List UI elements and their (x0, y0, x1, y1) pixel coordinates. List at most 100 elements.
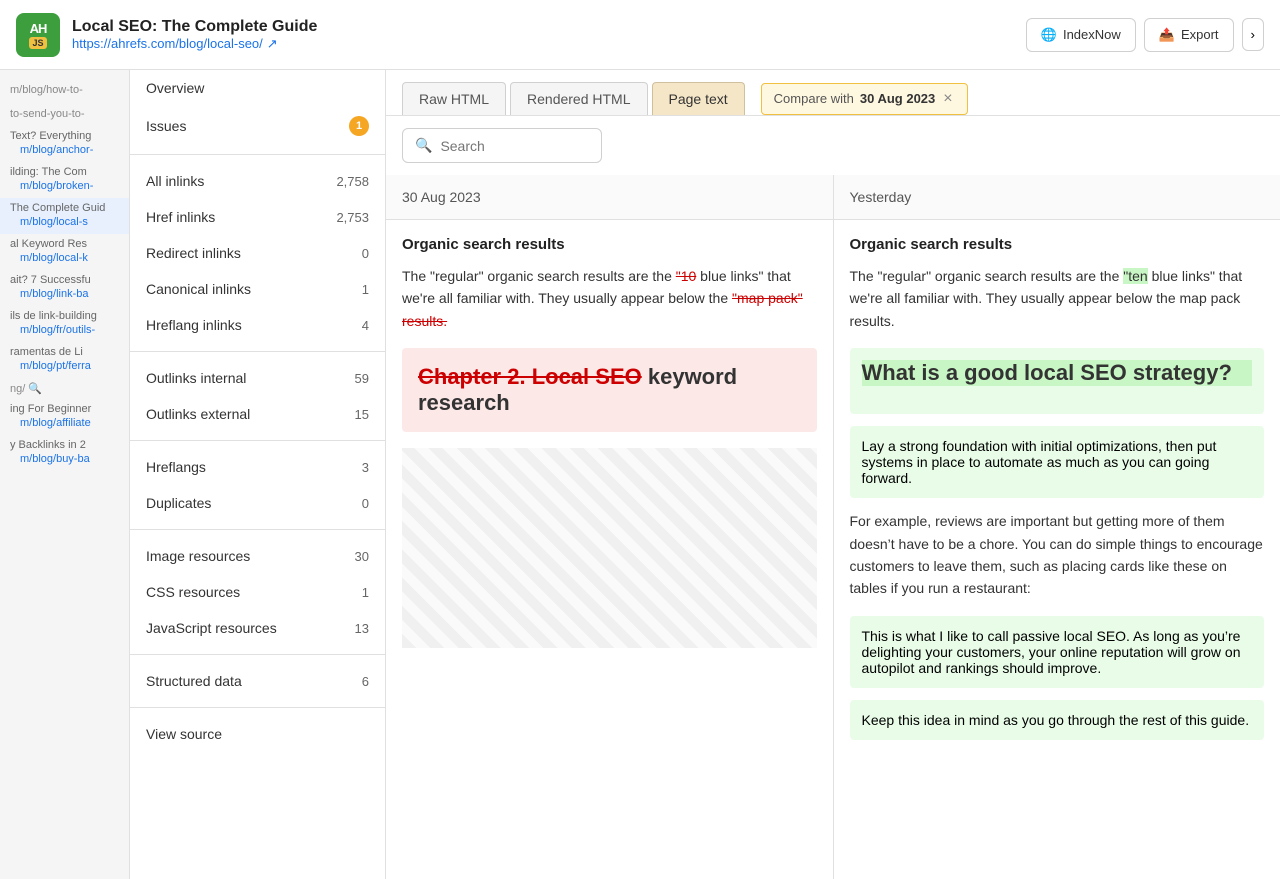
sidebar-item-label: Canonical inlinks (146, 281, 362, 297)
split-pane: 30 Aug 2023 Organic search results The "… (386, 175, 1280, 879)
sidebar-item-label: All inlinks (146, 173, 336, 189)
new-section-heading: What is a good local SEO strategy? (862, 360, 1253, 386)
logo-text-top: AH (30, 21, 47, 36)
sidebar-item-overview[interactable]: Overview (130, 70, 385, 106)
header-left: AH JS Local SEO: The Complete Guide http… (16, 13, 317, 57)
tab-page-text[interactable]: Page text (652, 82, 745, 115)
pre-sidebar-item: m/blog/how-to- (0, 78, 129, 102)
issues-badge: 1 (349, 116, 369, 136)
right-pane-header: Yesterday (834, 175, 1280, 220)
tab-raw-html[interactable]: Raw HTML (402, 82, 506, 115)
export-icon: 📤 (1159, 27, 1175, 43)
pre-sidebar-link[interactable]: m/blog/local-s (10, 214, 119, 230)
indexnow-label: IndexNow (1063, 27, 1121, 42)
indexnow-button[interactable]: 🌐 IndexNow (1026, 18, 1136, 52)
sidebar-item-count: 6 (362, 674, 369, 689)
page-title: Local SEO: The Complete Guide (72, 18, 317, 36)
pre-sidebar-item: ing For Beginner m/blog/affiliate (0, 399, 129, 435)
left-section-heading: Organic search results (402, 236, 817, 253)
pre-sidebar-item: Text? Everything m/blog/anchor- (0, 126, 129, 162)
compare-date: 30 Aug 2023 (860, 91, 935, 106)
pre-sidebar-link[interactable]: m/blog/pt/ferra (10, 358, 119, 374)
sidebar-item-duplicates[interactable]: Duplicates 0 (130, 485, 385, 521)
left-pane-date: 30 Aug 2023 (402, 189, 481, 205)
pre-sidebar-link[interactable]: m/blog/buy-ba (10, 451, 119, 467)
sidebar-item-js-resources[interactable]: JavaScript resources 13 (130, 610, 385, 646)
sidebar-divider (130, 440, 385, 441)
search-input[interactable] (440, 138, 589, 154)
sidebar-item-outlinks-external[interactable]: Outlinks external 15 (130, 396, 385, 432)
sidebar-item-count: 3 (362, 460, 369, 475)
sidebar-item-issues[interactable]: Issues 1 (130, 106, 385, 146)
sidebar-item-structured-data[interactable]: Structured data 6 (130, 663, 385, 699)
right-section-heading: Organic search results (850, 236, 1265, 253)
sidebar-item-canonical-inlinks[interactable]: Canonical inlinks 1 (130, 271, 385, 307)
chapter-heading: Chapter 2. Local SEO keyword research (418, 364, 737, 415)
pre-sidebar-link[interactable]: m/blog/broken- (10, 178, 119, 194)
deleted-text-1: "10 (676, 268, 697, 284)
page-header-title: Local SEO: The Complete Guide https://ah… (72, 18, 317, 52)
header: AH JS Local SEO: The Complete Guide http… (0, 0, 1280, 70)
export-button[interactable]: 📤 Export (1144, 18, 1234, 52)
right-pane-date: Yesterday (850, 189, 912, 205)
sidebar-item-count: 30 (355, 549, 369, 564)
sidebar-item-label: Hreflangs (146, 459, 362, 475)
more-options-button[interactable]: › (1242, 18, 1264, 51)
sidebar-item-label: Hreflang inlinks (146, 317, 362, 333)
pre-sidebar-link[interactable]: m/blog/local-k (10, 250, 119, 266)
tab-label: Raw HTML (419, 91, 489, 107)
compare-badge: Compare with 30 Aug 2023 × (761, 83, 968, 115)
ahrefs-logo: AH JS (16, 13, 60, 57)
chevron-right-icon: › (1251, 27, 1255, 42)
compare-close-button[interactable]: × (941, 90, 954, 108)
sidebar-item-hreflang-inlinks[interactable]: Hreflang inlinks 4 (130, 307, 385, 343)
sidebar-divider (130, 351, 385, 352)
sidebar-item-label: Structured data (146, 673, 362, 689)
sidebar-item-view-source[interactable]: View source (130, 716, 385, 752)
pre-sidebar-link[interactable]: m/blog/link-ba (10, 286, 119, 302)
sidebar-item-hreflangs[interactable]: Hreflangs 3 (130, 449, 385, 485)
page-url: https://ahrefs.com/blog/local-seo/ ↗ (72, 36, 317, 52)
sidebar-item-href-inlinks[interactable]: Href inlinks 2,753 (130, 199, 385, 235)
sidebar-item-count: 2,758 (336, 174, 369, 189)
compare-label: Compare with (774, 91, 854, 106)
striped-placeholder (402, 448, 817, 648)
sidebar-item-count: 1 (362, 585, 369, 600)
right-para-1: Lay a strong foundation with initial opt… (850, 426, 1265, 498)
sidebar-item-all-inlinks[interactable]: All inlinks 2,758 (130, 163, 385, 199)
page-url-link[interactable]: https://ahrefs.com/blog/local-seo/ (72, 36, 263, 51)
pre-sidebar-item: ilding: The Com m/blog/broken- (0, 162, 129, 198)
sidebar-item-count: 0 (362, 496, 369, 511)
right-text-block-1: The "regular" organic search results are… (850, 265, 1265, 332)
pre-sidebar-link[interactable]: m/blog/affiliate (10, 415, 119, 431)
sidebar-item-label: Href inlinks (146, 209, 336, 225)
sidebar-item-image-resources[interactable]: Image resources 30 (130, 538, 385, 574)
left-pane-content: Organic search results The "regular" org… (386, 220, 833, 664)
left-pane: 30 Aug 2023 Organic search results The "… (386, 175, 834, 879)
sidebar-item-redirect-inlinks[interactable]: Redirect inlinks 0 (130, 235, 385, 271)
pre-sidebar-item: ramentas de Li m/blog/pt/ferra (0, 342, 129, 378)
search-input-wrap: 🔍 (402, 128, 602, 163)
sidebar: Overview Issues 1 All inlinks 2,758 Href… (130, 70, 386, 879)
pre-sidebar-item: ils de link-building m/blog/fr/outils- (0, 306, 129, 342)
left-pane-header: 30 Aug 2023 (386, 175, 833, 220)
pre-sidebar-item-active: The Complete Guid m/blog/local-s (0, 198, 129, 234)
globe-icon: 🌐 (1041, 27, 1057, 43)
pre-sidebar-link[interactable]: m/blog/anchor- (10, 142, 119, 158)
right-para-text: For example, reviews are important but g… (850, 510, 1265, 600)
sidebar-item-label: JavaScript resources (146, 620, 355, 636)
sidebar-divider (130, 154, 385, 155)
sidebar-item-label: Duplicates (146, 495, 362, 511)
sidebar-divider (130, 707, 385, 708)
highlighted-text: "ten (1123, 268, 1147, 284)
right-para-text: This is what I like to call passive loca… (862, 628, 1253, 676)
tab-rendered-html[interactable]: Rendered HTML (510, 82, 648, 115)
right-para-2: For example, reviews are important but g… (850, 510, 1265, 600)
sidebar-divider (130, 654, 385, 655)
pre-sidebar-link[interactable]: m/blog/fr/outils- (10, 322, 119, 338)
logo-text-bottom: JS (29, 37, 46, 49)
text-prefix: The "regular" organic search results are… (850, 268, 1124, 284)
sidebar-item-css-resources[interactable]: CSS resources 1 (130, 574, 385, 610)
sidebar-item-outlinks-internal[interactable]: Outlinks internal 59 (130, 360, 385, 396)
sidebar-item-count: 13 (355, 621, 369, 636)
